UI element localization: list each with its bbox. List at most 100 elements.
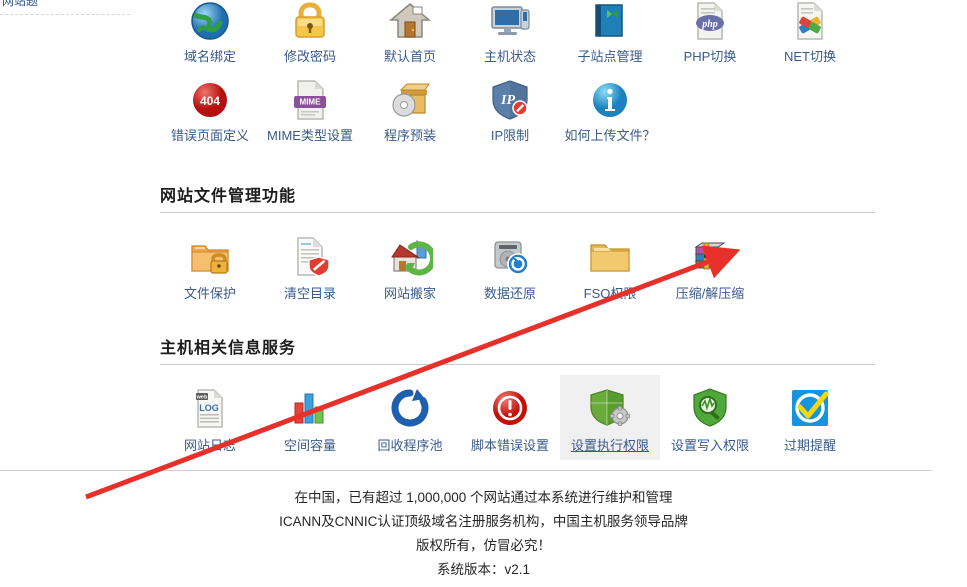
icon-tile-house-migrate[interactable]: 网站搬家	[360, 223, 460, 308]
icon-tile-disk-restore[interactable]: 数据还原	[460, 223, 560, 308]
icon-tile-php-file[interactable]: php PHP切换	[660, 0, 760, 71]
icon-tile-label: 默认首页	[383, 49, 436, 64]
icon-tile-label: 回收程序池	[377, 438, 443, 453]
icon-tile-label: 子站点管理	[577, 49, 643, 64]
icon-tile-book[interactable]: 子站点管理	[560, 0, 660, 71]
icon-tile-label: 压缩/解压缩	[675, 286, 745, 301]
sidebar-fragment: 网站题	[0, 0, 134, 26]
icon-tile-label: IP限制	[490, 128, 530, 143]
svg-text:php: php	[701, 19, 718, 30]
icon-tile-alert-exclamation[interactable]: 脚本错误设置	[460, 375, 560, 460]
icon-row-host-functions-1: 域名绑定 修改密码 默认首页 主机状态 子站点管理 php PHP切换 NET切换	[160, 0, 875, 71]
section-divider	[160, 364, 875, 365]
icon-tile-label: NET切换	[783, 49, 836, 64]
icon-row-file-management: 文件保护 清空目录 网站搬家 数据还原 FSO权限 压缩/解压缩	[160, 223, 875, 308]
icon-tile-bar-chart[interactable]: 空间容量	[260, 375, 360, 460]
icon-tile-shield-search[interactable]: 设置写入权限	[660, 375, 760, 460]
icon-tile-label: 清空目录	[283, 286, 336, 301]
mime-file-icon: MIME	[287, 77, 333, 123]
icon-tile-label: 如何上传文件？	[564, 128, 656, 143]
icon-tile-net-file[interactable]: NET切换	[760, 0, 860, 71]
section-title-host-info: 主机相关信息服务	[160, 340, 297, 357]
check-circle-icon	[785, 383, 835, 433]
icon-tile-label: 错误页面定义	[170, 128, 249, 143]
archive-icon	[685, 231, 735, 281]
document-shield-icon	[285, 231, 335, 281]
svg-text:LOG: LOG	[199, 403, 219, 413]
monitor-icon	[487, 0, 533, 44]
icon-tile-label: 域名绑定	[183, 49, 236, 64]
icon-tile-label: 网站搬家	[383, 286, 436, 301]
section-file-management: 网站文件管理功能 文件保护 清空目录 网站搬家 数据还原 FSO权限 压缩/解压缩	[160, 182, 875, 308]
icon-row-host-info: web LOG 网站日志 空间容量 回收程序池 脚本错误设置 设置执行权限 设置写入权限 过期提…	[160, 375, 875, 460]
weblog-file-icon: web LOG	[185, 383, 235, 433]
error-404-icon: 404	[187, 77, 233, 123]
bar-chart-icon	[285, 383, 335, 433]
icon-tile-label: 设置执行权限	[570, 438, 649, 453]
padlock-icon	[287, 0, 333, 44]
icon-tile-shield-gear[interactable]: 设置执行权限	[560, 375, 660, 460]
house-icon	[387, 0, 433, 44]
section-host-info: 主机相关信息服务 web LOG 网站日志 空间容量 回收程序池 脚本错误设置 设置执行权限…	[160, 334, 875, 460]
ip-shield-icon: IP	[487, 77, 533, 123]
sidebar-dashed-divider	[0, 14, 130, 15]
icon-tile-label: 设置写入权限	[670, 438, 749, 453]
icon-tile-house[interactable]: 默认首页	[360, 0, 460, 71]
icon-tile-software-box[interactable]: 程序预装	[360, 73, 460, 150]
info-icon	[587, 77, 633, 123]
section-title-file-management: 网站文件管理功能	[160, 188, 297, 205]
icon-tile-label: PHP切换	[683, 49, 737, 64]
icon-tile-monitor[interactable]: 主机状态	[460, 0, 560, 71]
open-folder-icon	[585, 231, 635, 281]
icon-tile-globe[interactable]: 域名绑定	[160, 0, 260, 71]
section-divider	[160, 212, 875, 213]
disk-restore-icon	[485, 231, 535, 281]
icon-tile-label: 数据还原	[483, 286, 536, 301]
icon-tile-info[interactable]: 如何上传文件？	[560, 73, 660, 150]
footer-line-3: 版权所有，仿冒必究！	[416, 538, 551, 553]
icon-tile-padlock[interactable]: 修改密码	[260, 0, 360, 71]
icon-tile-label: 修改密码	[283, 49, 336, 64]
icon-tile-label: 过期提醒	[783, 438, 836, 453]
icon-tile-label: 空间容量	[283, 438, 336, 453]
icon-tile-recycle-refresh[interactable]: 回收程序池	[360, 375, 460, 460]
page-root: 网站题 域名绑定 修改密码 默认首页 主机状态 子站点管理 php PHP切换 NET切换 4…	[0, 0, 967, 587]
house-migrate-icon	[385, 231, 435, 281]
footer-line-4: 系统版本：v2.1	[436, 562, 531, 577]
icon-tile-archive[interactable]: 压缩/解压缩	[660, 223, 760, 308]
icon-tile-error-404[interactable]: 404 错误页面定义	[160, 73, 260, 150]
footer: 在中国，已有超过 1,000,000 个网站通过本系统进行维护和管理 ICANN…	[0, 486, 967, 582]
footer-line-2: ICANN及CNNIC认证顶级域名注册服务机构，中国主机服务领导品牌	[279, 514, 688, 529]
book-icon	[587, 0, 633, 44]
sidebar-clipped-label: 网站题	[2, 0, 39, 8]
icon-tile-ip-shield[interactable]: IP IP限制	[460, 73, 560, 150]
net-file-icon	[787, 0, 833, 44]
icon-tile-label: 主机状态	[483, 49, 536, 64]
icon-tile-mime-file[interactable]: MIME MIME类型设置	[260, 73, 360, 150]
icon-row-host-functions-2: 404 错误页面定义 MIME MIME类型设置 程序预装 IP IP限制 如何上传文件？	[160, 73, 875, 150]
globe-icon	[187, 0, 233, 44]
recycle-refresh-icon	[385, 383, 435, 433]
shield-search-icon	[685, 383, 735, 433]
icon-tile-label: 脚本错误设置	[470, 438, 549, 453]
shield-gear-icon	[585, 383, 635, 433]
php-file-icon: php	[687, 0, 733, 44]
footer-line-1: 在中国，已有超过 1,000,000 个网站通过本系统进行维护和管理	[294, 490, 673, 505]
icon-tile-open-folder[interactable]: FSO权限	[560, 223, 660, 308]
svg-text:web: web	[196, 395, 208, 401]
icon-tile-folder-lock[interactable]: 文件保护	[160, 223, 260, 308]
icon-tile-document-shield[interactable]: 清空目录	[260, 223, 360, 308]
svg-text:MIME: MIME	[300, 98, 322, 107]
icon-tile-label: 网站日志	[183, 438, 236, 453]
icon-tile-label: FSO权限	[583, 286, 637, 301]
icon-tile-check-circle[interactable]: 过期提醒	[760, 375, 860, 460]
software-box-icon	[387, 77, 433, 123]
icon-tile-label: 文件保护	[183, 286, 236, 301]
icon-tile-weblog-file[interactable]: web LOG 网站日志	[160, 375, 260, 460]
icon-tile-label: 程序预装	[383, 128, 436, 143]
svg-text:404: 404	[200, 94, 220, 108]
folder-lock-icon	[185, 231, 235, 281]
alert-exclamation-icon	[485, 383, 535, 433]
icon-tile-label: MIME类型设置	[267, 128, 353, 143]
footer-divider	[0, 470, 932, 471]
